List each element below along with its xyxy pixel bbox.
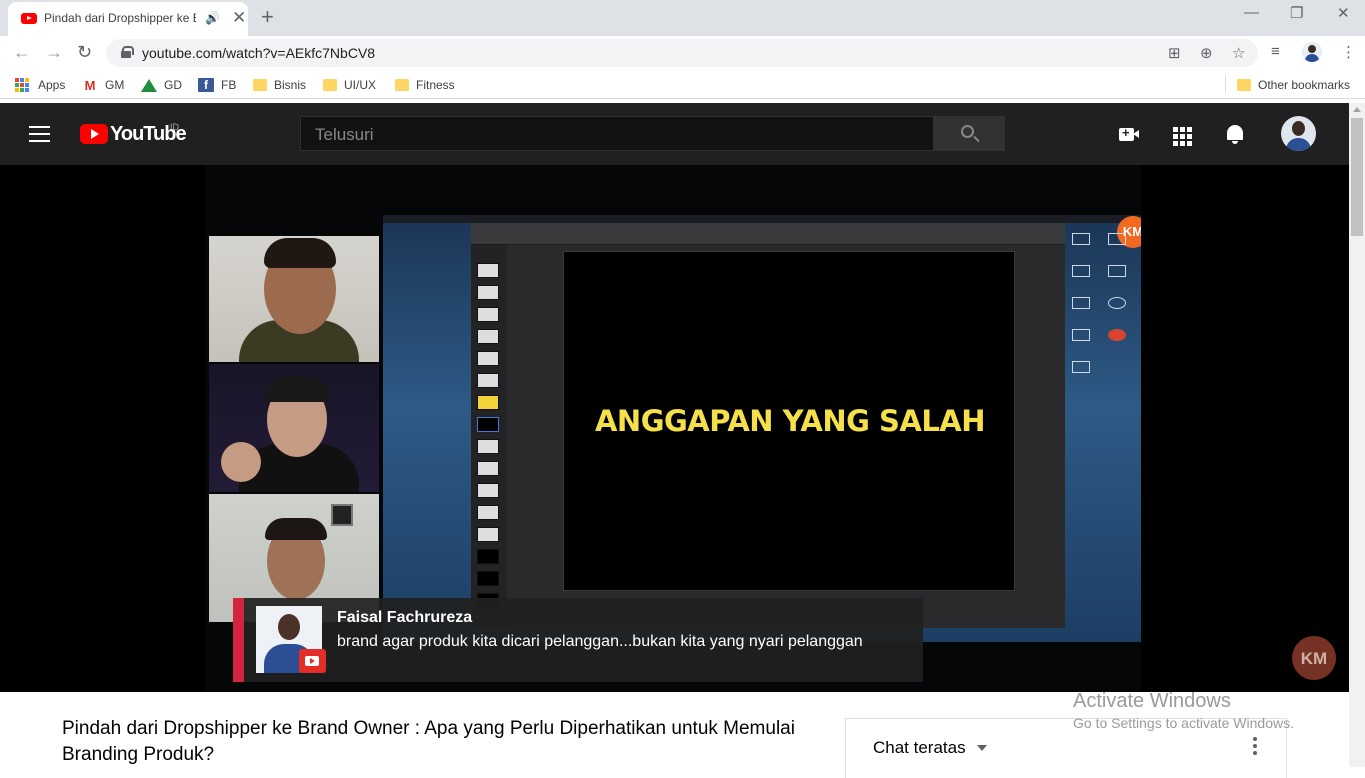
search-placeholder: Telusuri [315, 125, 374, 144]
bookmark-gd[interactable]: GD [141, 76, 182, 94]
slide-thumbnails [471, 245, 507, 628]
lock-icon[interactable] [121, 46, 134, 58]
bookmark-fb[interactable]: f FB [198, 76, 236, 94]
scroll-thumb[interactable] [1351, 118, 1363, 236]
super-chat-overlay: Faisal Fachrureza brand agar produk kita… [233, 598, 923, 682]
bookmark-star-icon[interactable]: ☆ [1232, 44, 1245, 62]
translate-icon[interactable]: ⊞ [1168, 44, 1181, 62]
scroll-up-icon[interactable] [1353, 107, 1361, 112]
chrome-menu-icon[interactable]: ⋮ [1341, 43, 1356, 61]
video-player[interactable]: ANGGAPAN YANG SALAH KM Faisal Fachrureza… [0, 165, 1349, 692]
bookmark-folder-uiux[interactable]: UI/UX [323, 76, 376, 94]
desktop-icons [1066, 229, 1136, 389]
participant-video-1 [209, 236, 379, 362]
audio-playing-icon[interactable]: 🔊 [205, 11, 220, 25]
google-drive-icon [141, 78, 157, 92]
youtube-logo-icon[interactable] [80, 124, 108, 144]
activate-windows-watermark: Activate Windows Go to Settings to activ… [1073, 690, 1294, 731]
bookmark-label: UI/UX [344, 78, 377, 92]
more-options-icon[interactable] [1253, 737, 1257, 758]
chat-message: brand agar produk kita dicari pelanggan.… [337, 633, 863, 650]
bookmark-label: Fitness [416, 78, 455, 92]
create-video-icon[interactable] [1119, 125, 1139, 141]
minimize-icon[interactable]: — [1244, 4, 1259, 21]
notifications-bell-icon[interactable] [1227, 125, 1243, 144]
facebook-icon: f [198, 78, 214, 92]
participant-video-2 [209, 364, 379, 492]
forward-icon[interactable]: → [45, 42, 63, 63]
youtube-favicon-icon [21, 13, 37, 24]
search-button[interactable] [933, 116, 1005, 151]
activate-windows-title: Activate Windows [1073, 690, 1231, 712]
apps-grid-icon [15, 78, 31, 92]
apps-icon[interactable] [1173, 127, 1192, 146]
bookmark-label: GM [105, 78, 125, 92]
other-bookmarks-label: Other bookmarks [1258, 78, 1351, 92]
bookmark-label: Bisnis [274, 78, 307, 92]
activate-windows-subtitle: Go to Settings to activate Windows. [1073, 715, 1294, 731]
slide-canvas: ANGGAPAN YANG SALAH [563, 251, 1015, 591]
bookmark-folder-bisnis[interactable]: Bisnis [253, 76, 306, 94]
bookmarks-bar: Apps M GM GD f FB Bisnis UI/UX Fitness O… [0, 69, 1365, 99]
other-bookmarks[interactable]: Other bookmarks [1237, 76, 1350, 94]
channel-watermark[interactable]: KM [1292, 636, 1336, 680]
shared-screen: ANGGAPAN YANG SALAH KM [383, 215, 1141, 642]
restore-icon[interactable]: ❐ [1290, 4, 1303, 22]
address-toolbar: ← → ↻ youtube.com/watch?v=AEkfc7NbCV8 ⊞ … [0, 36, 1365, 69]
profile-avatar-icon[interactable] [1302, 42, 1322, 62]
bookmark-gm[interactable]: M GM [82, 76, 125, 94]
gmail-icon: M [84, 78, 96, 93]
video-title: Pindah dari Dropshipper ke Brand Owner :… [62, 718, 795, 765]
guide-menu-icon[interactable] [29, 126, 50, 142]
url-text[interactable]: youtube.com/watch?v=AEkfc7NbCV8 [142, 45, 375, 61]
media-control-icon[interactable]: ≡ [1271, 43, 1280, 60]
bookmark-apps[interactable]: Apps [15, 76, 65, 94]
youtube-badge-icon [299, 649, 326, 673]
browser-tab[interactable]: Pindah dari Dropshipper ke Brand Owner 🔊… [8, 2, 248, 36]
omnibox[interactable]: youtube.com/watch?v=AEkfc7NbCV8 ⊞ ⊕ ☆ [106, 39, 1258, 67]
bookmark-folder-fitness[interactable]: Fitness [395, 76, 455, 94]
keynote-toolbar [471, 223, 1065, 245]
close-tab-icon[interactable]: ✕ [232, 8, 246, 28]
bookmark-separator [1225, 75, 1226, 93]
bookmark-label: FB [221, 78, 237, 92]
page-scrollbar[interactable] [1349, 103, 1365, 767]
close-window-icon[interactable]: ✕ [1337, 4, 1350, 22]
keynote-window: ANGGAPAN YANG SALAH KM [471, 216, 1141, 628]
new-tab-icon[interactable]: + [261, 4, 274, 30]
bookmark-label: Apps [38, 78, 66, 92]
browser-tab-bar: Pindah dari Dropshipper ke Brand Owner 🔊… [0, 0, 1365, 36]
account-avatar[interactable] [1281, 116, 1316, 151]
folder-icon [395, 79, 409, 91]
youtube-masthead: YouTube ID Telusuri [0, 103, 1349, 165]
search-input[interactable]: Telusuri [300, 116, 934, 151]
chat-author-name: Faisal Fachrureza [337, 609, 473, 626]
folder-icon [1237, 79, 1251, 91]
search-icon [961, 125, 974, 138]
folder-icon [323, 79, 337, 91]
mac-menubar [383, 215, 1141, 223]
video-frame[interactable]: ANGGAPAN YANG SALAH KM Faisal Fachrureza… [205, 165, 1141, 692]
bookmark-label: GD [164, 78, 182, 92]
chat-mode-label[interactable]: Chat teratas [873, 738, 966, 758]
slide-heading: ANGGAPAN YANG SALAH [594, 404, 986, 438]
dropdown-caret-icon[interactable] [977, 745, 987, 751]
back-icon[interactable]: ← [13, 42, 31, 63]
country-code: ID [170, 122, 179, 132]
zoom-icon[interactable]: ⊕ [1200, 44, 1213, 62]
reload-icon[interactable]: ↻ [77, 42, 92, 63]
tab-title: Pindah dari Dropshipper ke Brand Owner [44, 11, 196, 25]
folder-icon [253, 79, 267, 91]
